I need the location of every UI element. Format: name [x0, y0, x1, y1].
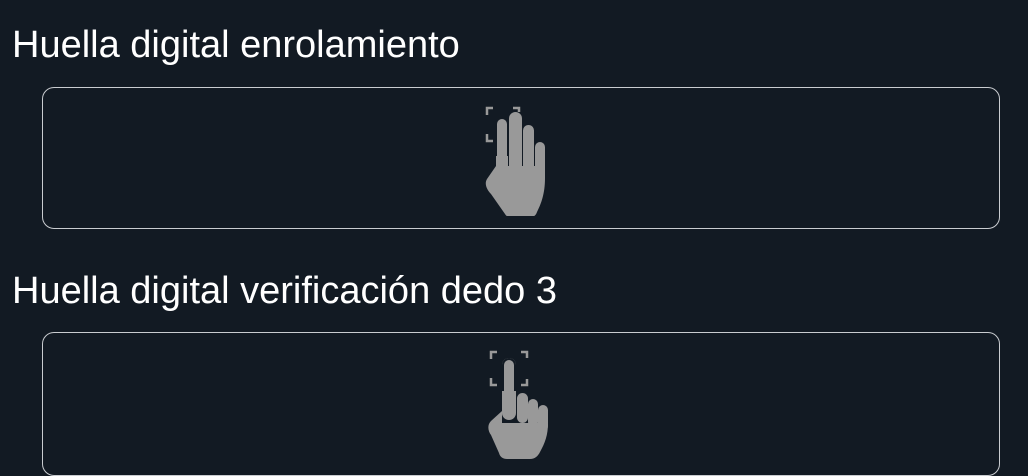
enrollment-section-title: Huella digital enrolamiento: [12, 24, 460, 66]
fingerprint-enrollment-capture-button[interactable]: [42, 87, 1000, 229]
verification-section-title: Huella digital verificación dedo 3: [12, 270, 557, 312]
fingerprint-verification-capture-button[interactable]: [42, 332, 1000, 476]
single-finger-touch-icon: [488, 350, 548, 459]
multi-finger-touch-icon: [485, 106, 545, 216]
